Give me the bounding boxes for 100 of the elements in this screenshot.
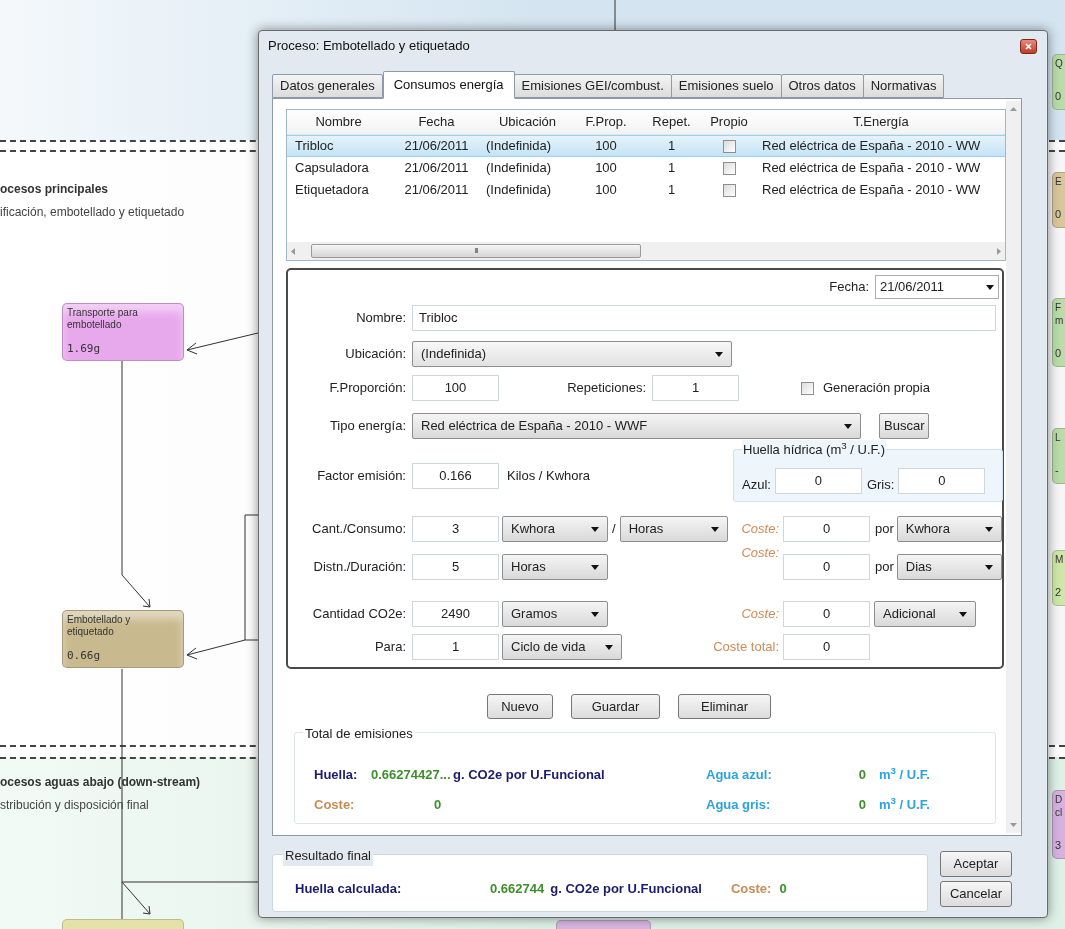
search-button[interactable]: Buscar: [879, 413, 930, 439]
input-field[interactable]: 0: [774, 468, 862, 494]
field-label: Cantidad CO2e:: [311, 605, 406, 624]
field-label: Kilos / Kwhora: [507, 466, 591, 485]
dropdown[interactable]: Dias: [896, 554, 1002, 580]
dropdown[interactable]: Ciclo de vida: [502, 634, 622, 660]
table-row[interactable]: Tribloc 21/06/2011 (Indefinida) 100 1 Red eléctrica de España - 2010 - WW: [287, 135, 1005, 157]
button[interactable]: Eliminar: [678, 694, 771, 719]
process-node[interactable]: D cl 3: [1052, 790, 1065, 859]
column-header[interactable]: Nombre: [287, 112, 390, 132]
tab[interactable]: Emisiones GEI/combust.: [513, 74, 672, 98]
checkbox[interactable]: [722, 139, 736, 153]
scrollbar[interactable]: [1006, 101, 1021, 833]
input-field[interactable]: 0: [898, 468, 986, 494]
caret-icon: [591, 526, 599, 532]
dropdown[interactable]: Horas: [502, 554, 608, 580]
input-field[interactable]: 5: [412, 554, 499, 580]
input-field[interactable]: 0: [783, 601, 870, 627]
column-header[interactable]: T.Energía: [755, 112, 1007, 132]
unit-label: m$^{3}$ / U.F.: [879, 765, 930, 784]
tab[interactable]: Otros datos: [780, 74, 864, 98]
input-field[interactable]: 0: [783, 516, 870, 542]
button[interactable]: Cancelar: [940, 881, 1012, 907]
caret-icon: [710, 526, 719, 532]
field-label: Cant./Consumo:: [311, 520, 406, 539]
field-label: Ubicación:: [344, 345, 406, 364]
dropdown[interactable]: Red eléctrica de España - 2010 - WWF: [412, 413, 861, 439]
field-label: Repeticiones:: [566, 379, 646, 398]
field-label: Agua gris:: [706, 795, 772, 814]
process-node[interactable]: F m 0: [1052, 298, 1065, 367]
table-cell-text: 1: [666, 159, 677, 178]
column-header[interactable]: Repet.: [640, 112, 703, 132]
field-label: Coste:: [314, 795, 356, 814]
checkbox[interactable]: [801, 381, 814, 395]
dropdown[interactable]: Adicional: [874, 601, 976, 627]
date-picker[interactable]: 21/06/2011: [875, 275, 999, 299]
input-field[interactable]: 1: [652, 375, 739, 401]
table-cell-text: 21/06/2011: [403, 137, 470, 156]
input-field[interactable]: 3: [412, 516, 499, 542]
table-cell-text: 1: [666, 181, 677, 200]
field-label: 0: [857, 795, 866, 814]
node-value: 2: [1055, 585, 1063, 600]
table-row[interactable]: Capsuladora 21/06/2011 (Indefinida) 100 1 Red eléctrica de España - 2010 - WW: [287, 157, 1005, 179]
column-header[interactable]: Propio: [703, 112, 755, 132]
input-field[interactable]: Tribloc: [412, 305, 996, 331]
field-label: Coste:: [740, 544, 779, 562]
scrollbar[interactable]: III: [287, 242, 1005, 260]
connector-line: [614, 0, 616, 31]
process-node[interactable]: M 2: [1052, 550, 1065, 606]
close-button[interactable]: [1020, 38, 1037, 54]
checkbox[interactable]: [722, 161, 736, 175]
table-cell-text: Red eléctrica de España - 2010 - WW: [761, 137, 982, 156]
tab[interactable]: Normativas: [862, 74, 945, 98]
dropdown[interactable]: (Indefinida): [412, 341, 732, 367]
scroll-right-icon: [997, 247, 1001, 255]
column-header[interactable]: F.Prop.: [572, 112, 640, 132]
table-row[interactable]: Etiquetadora 21/06/2011 (Indefinida) 100 1 Red eléctrica de España - 2010 - WW: [287, 179, 1005, 201]
input-field[interactable]: 0.166: [412, 462, 499, 489]
caret-icon: [984, 564, 993, 570]
dropdown[interactable]: Gramos: [502, 601, 608, 627]
node-value: 0.66g: [67, 647, 102, 664]
field-label: Huella calculada:: [295, 880, 403, 899]
tab[interactable]: Consumos energía: [382, 71, 515, 99]
field-label: F.Proporción:: [328, 379, 406, 398]
input-field[interactable]: 0: [783, 634, 870, 660]
tab[interactable]: Datos generales: [272, 74, 383, 98]
process-node[interactable]: Transporte para embotellado 1.69g: [62, 303, 184, 361]
checkbox[interactable]: [722, 183, 736, 197]
table-cell-text: Etiquetadora: [294, 181, 370, 200]
table-cell-text: Capsuladora: [294, 159, 370, 178]
process-node[interactable]: E 0: [1052, 172, 1065, 228]
column-header[interactable]: Fecha: [390, 112, 483, 132]
input-field[interactable]: 1: [412, 634, 499, 660]
field-label: 0.662744: [490, 880, 545, 899]
field-label: Para:: [373, 638, 406, 657]
dropdown[interactable]: Kwhora: [896, 516, 1002, 542]
scroll-thumb[interactable]: III: [311, 244, 641, 258]
button[interactable]: Aceptar: [940, 851, 1012, 877]
button[interactable]: Guardar: [571, 694, 660, 719]
dropdown[interactable]: Horas: [619, 516, 728, 542]
caret-icon: [591, 611, 599, 617]
field-label: Huella:: [314, 766, 359, 784]
caret-icon: [844, 423, 852, 429]
node-value: 1.69g: [67, 340, 102, 357]
process-node[interactable]: Q 0: [1052, 54, 1065, 110]
process-node[interactable]: Embotellado y etiquetado 0.66g: [62, 610, 184, 668]
tab[interactable]: Emisiones suelo: [670, 74, 782, 98]
table-cell-text: 1: [666, 137, 677, 156]
node-value: -: [1055, 463, 1060, 478]
caret-icon: [986, 284, 994, 290]
button[interactable]: Nuevo: [487, 694, 553, 719]
field-label: 0: [434, 795, 443, 814]
input-field[interactable]: 0: [783, 554, 870, 580]
input-field[interactable]: 100: [412, 375, 499, 401]
field-label: /: [612, 520, 616, 539]
column-header[interactable]: Ubicación: [483, 112, 572, 132]
dropdown[interactable]: Kwhora: [502, 516, 608, 542]
caret-icon: [591, 564, 599, 570]
process-node[interactable]: L -: [1052, 428, 1065, 484]
input-field[interactable]: 2490: [412, 601, 499, 627]
